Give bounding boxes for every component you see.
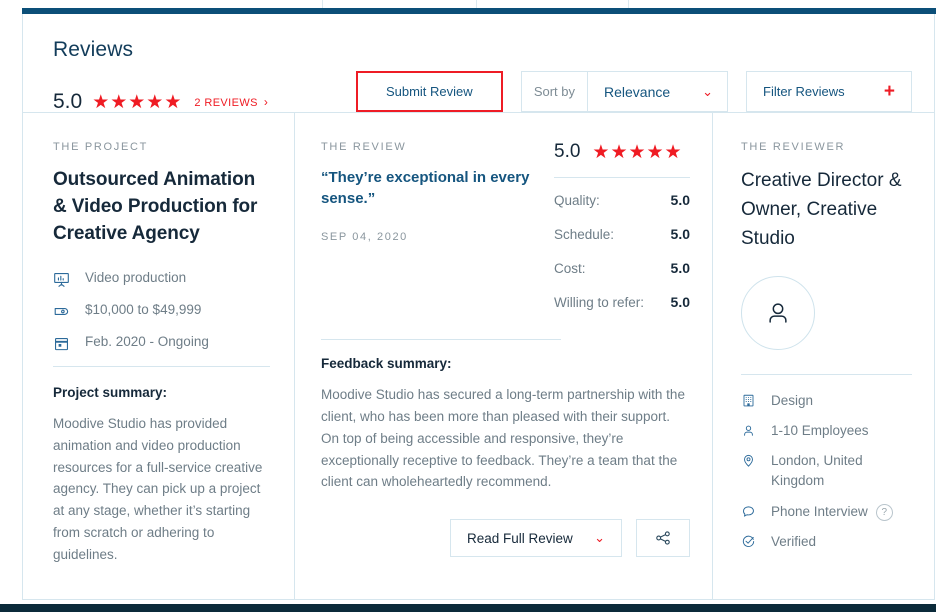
read-full-review-button[interactable]: Read Full Review ⌄: [450, 519, 622, 558]
location-pin-icon: [741, 451, 761, 468]
review-column: THE REVIEW “They’re exceptional in every…: [295, 113, 713, 600]
video-production-icon: [53, 270, 75, 288]
list-item: $10,000 to $49,999: [53, 302, 268, 320]
review-quote: “They’re exceptional in every sense.”: [321, 169, 530, 207]
review-date: SEP 04, 2020: [321, 231, 408, 243]
reviews-card: Reviews 5.0 ★★★★★ 2 REVIEWS › Submit Revi…: [22, 14, 935, 600]
help-icon[interactable]: ?: [875, 503, 893, 521]
score-value: 5.0: [670, 192, 690, 208]
score-label: Cost:: [554, 261, 586, 276]
sort-by-control[interactable]: Sort by Relevance ⌄: [520, 71, 728, 112]
chat-bubble-icon: [741, 502, 761, 519]
filter-reviews-label: Filter Reviews: [763, 84, 845, 99]
score-label: Quality:: [554, 193, 600, 208]
list-item-label: Verified: [771, 533, 817, 549]
reviewer-details-list: Design 1-10 Employees London, United Kin…: [741, 391, 912, 553]
header-controls: Submit Review Sort by Relevance ⌄ Filter…: [355, 71, 912, 112]
chevron-down-icon: ⌄: [594, 530, 605, 546]
score-label: Willing to refer:: [554, 295, 645, 310]
list-item: London, United Kingdom: [741, 451, 912, 492]
calendar-icon: [53, 334, 75, 352]
project-title: Outsourced Animation & Video Production …: [53, 169, 258, 244]
bottom-bar: [0, 604, 936, 612]
score-rows: Quality: 5.0 Schedule: 5.0 Cost: 5.0 Wil…: [554, 192, 690, 310]
person-icon: [741, 421, 761, 438]
list-item-label: Design: [771, 392, 814, 408]
score-value: 5.0: [670, 294, 690, 310]
sort-by-label: Sort by: [520, 71, 588, 112]
star-rating-icon: ★★★★★: [92, 91, 183, 113]
project-eyebrow: THE PROJECT: [53, 141, 149, 153]
submit-review-button[interactable]: Submit Review: [355, 71, 503, 112]
feedback-summary-text: Moodive Studio has secured a long-term p…: [321, 387, 685, 490]
list-item-label: Feb. 2020 - Ongoing: [85, 333, 209, 349]
list-item-label: Video production: [85, 269, 187, 285]
list-item: Willing to refer: 5.0: [554, 294, 690, 310]
review-overall-score: 5.0 ★★★★★: [554, 141, 690, 178]
filter-reviews-button[interactable]: Filter Reviews +: [746, 71, 912, 112]
score-label: Schedule:: [554, 227, 615, 242]
review-page: Reviews 5.0 ★★★★★ 2 REVIEWS › Submit Revi…: [0, 0, 936, 612]
project-column: THE PROJECT Outsourced Animation & Video…: [23, 113, 295, 600]
list-item-label: London, United Kingdom: [771, 453, 863, 489]
project-summary-text: Moodive Studio has provided animation an…: [53, 415, 263, 563]
share-button[interactable]: [636, 519, 690, 558]
chevron-right-icon: ›: [263, 95, 269, 109]
sort-by-value: Relevance: [604, 83, 671, 100]
overall-rating: 5.0 ★★★★★ 2 REVIEWS ›: [53, 90, 268, 114]
review-top: THE REVIEW “They’re exceptional in every…: [321, 141, 690, 328]
reviews-count-label: 2 REVIEWS: [194, 97, 258, 109]
review-eyebrow: THE REVIEW: [321, 141, 407, 153]
price-tag-icon: [53, 302, 75, 320]
list-item: Phone Interview ?: [741, 502, 912, 522]
review-score-value: 5.0: [554, 141, 581, 162]
review-actions: Read Full Review ⌄: [321, 519, 690, 558]
divider: [53, 365, 270, 367]
star-rating-icon: ★★★★★: [592, 141, 683, 163]
verified-check-icon: [741, 532, 761, 549]
score-value: 5.0: [670, 260, 690, 276]
person-avatar-icon: [761, 296, 795, 330]
chevron-down-icon: ⌄: [702, 83, 713, 99]
review-scores: 5.0 ★★★★★ Quality: 5.0 Schedule: 5.0 Cos…: [546, 141, 690, 328]
list-item-label: Phone Interview: [771, 503, 868, 519]
reviews-count-link[interactable]: 2 REVIEWS ›: [194, 95, 268, 109]
read-full-review-label: Read Full Review: [467, 530, 573, 546]
list-item: 1-10 Employees: [741, 421, 912, 441]
list-item: Feb. 2020 - Ongoing: [53, 334, 268, 352]
feedback-block: Feedback summary: Moodive Studio has sec…: [321, 356, 690, 493]
list-item: Video production: [53, 270, 268, 288]
share-icon: [654, 529, 672, 547]
project-meta-list: Video production $10,000 to $49,999 Feb.…: [53, 270, 268, 352]
review-quote-block: THE REVIEW “They’re exceptional in every…: [321, 141, 546, 328]
plus-icon: +: [883, 81, 895, 102]
review-body: THE PROJECT Outsourced Animation & Video…: [23, 113, 934, 600]
reviewer-eyebrow: THE REVIEWER: [741, 141, 846, 153]
score-value: 5.0: [670, 226, 690, 242]
list-item-label: 1-10 Employees: [771, 422, 869, 438]
list-item: Verified: [741, 532, 912, 552]
project-summary-heading: Project summary:: [53, 384, 168, 400]
list-item: Cost: 5.0: [554, 260, 690, 276]
list-item-label: $10,000 to $49,999: [85, 301, 202, 317]
list-item: Design: [741, 391, 912, 411]
reviews-header: Reviews 5.0 ★★★★★ 2 REVIEWS › Submit Revi…: [23, 14, 934, 113]
building-icon: [741, 391, 761, 408]
reviewer-column: THE REVIEWER Creative Director & Owner, …: [713, 113, 934, 600]
overall-rating-value: 5.0: [53, 90, 83, 113]
reviewer-name: Creative Director & Owner, Creative Stud…: [741, 170, 902, 249]
feedback-summary-heading: Feedback summary:: [321, 356, 452, 371]
avatar: [741, 275, 815, 350]
divider: [741, 373, 912, 375]
page-title: Reviews: [53, 38, 134, 61]
divider: [321, 339, 561, 340]
list-item: Quality: 5.0: [554, 192, 690, 208]
list-item: Schedule: 5.0: [554, 226, 690, 242]
sort-by-select[interactable]: Relevance ⌄: [588, 71, 728, 112]
